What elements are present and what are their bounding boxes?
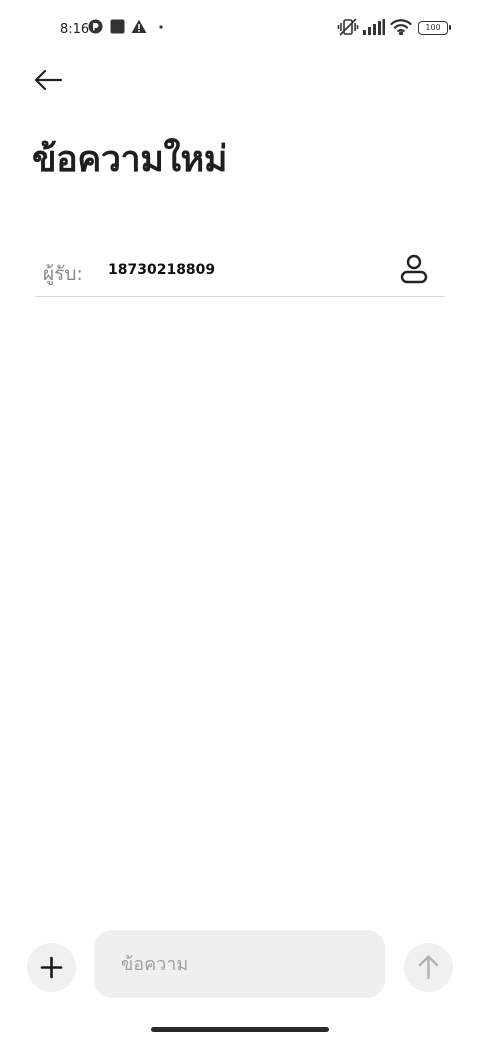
add-attachment-button[interactable] (27, 943, 76, 992)
contact-picker-button[interactable] (397, 252, 431, 286)
recipient-row[interactable]: ผู้รับ: 18730218809 (35, 246, 445, 297)
warning-icon (131, 19, 147, 34)
recipient-label: ผู้รับ: (43, 263, 83, 285)
message-input[interactable] (94, 930, 385, 998)
status-time: 8:16 (60, 22, 90, 37)
back-button[interactable] (30, 64, 66, 96)
vibrate-off-icon (337, 16, 359, 38)
person-icon (397, 252, 431, 286)
square-notification-icon (110, 19, 125, 34)
battery-icon: 100 (418, 21, 451, 35)
signal-icon (363, 19, 385, 35)
battery-level: 100 (425, 23, 441, 32)
dot-icon (159, 25, 163, 29)
plus-icon (27, 943, 76, 992)
arrow-left-icon (30, 64, 66, 96)
page-title: ข้อความใหม่ (32, 139, 228, 180)
app-notification-icon (88, 19, 103, 34)
recipient-input[interactable]: 18730218809 (108, 262, 215, 278)
home-indicator[interactable] (151, 1027, 329, 1032)
arrow-up-icon (404, 943, 453, 992)
status-bar: 8:16 100 (0, 0, 480, 56)
wifi-icon (390, 18, 412, 35)
send-button[interactable] (404, 943, 453, 992)
